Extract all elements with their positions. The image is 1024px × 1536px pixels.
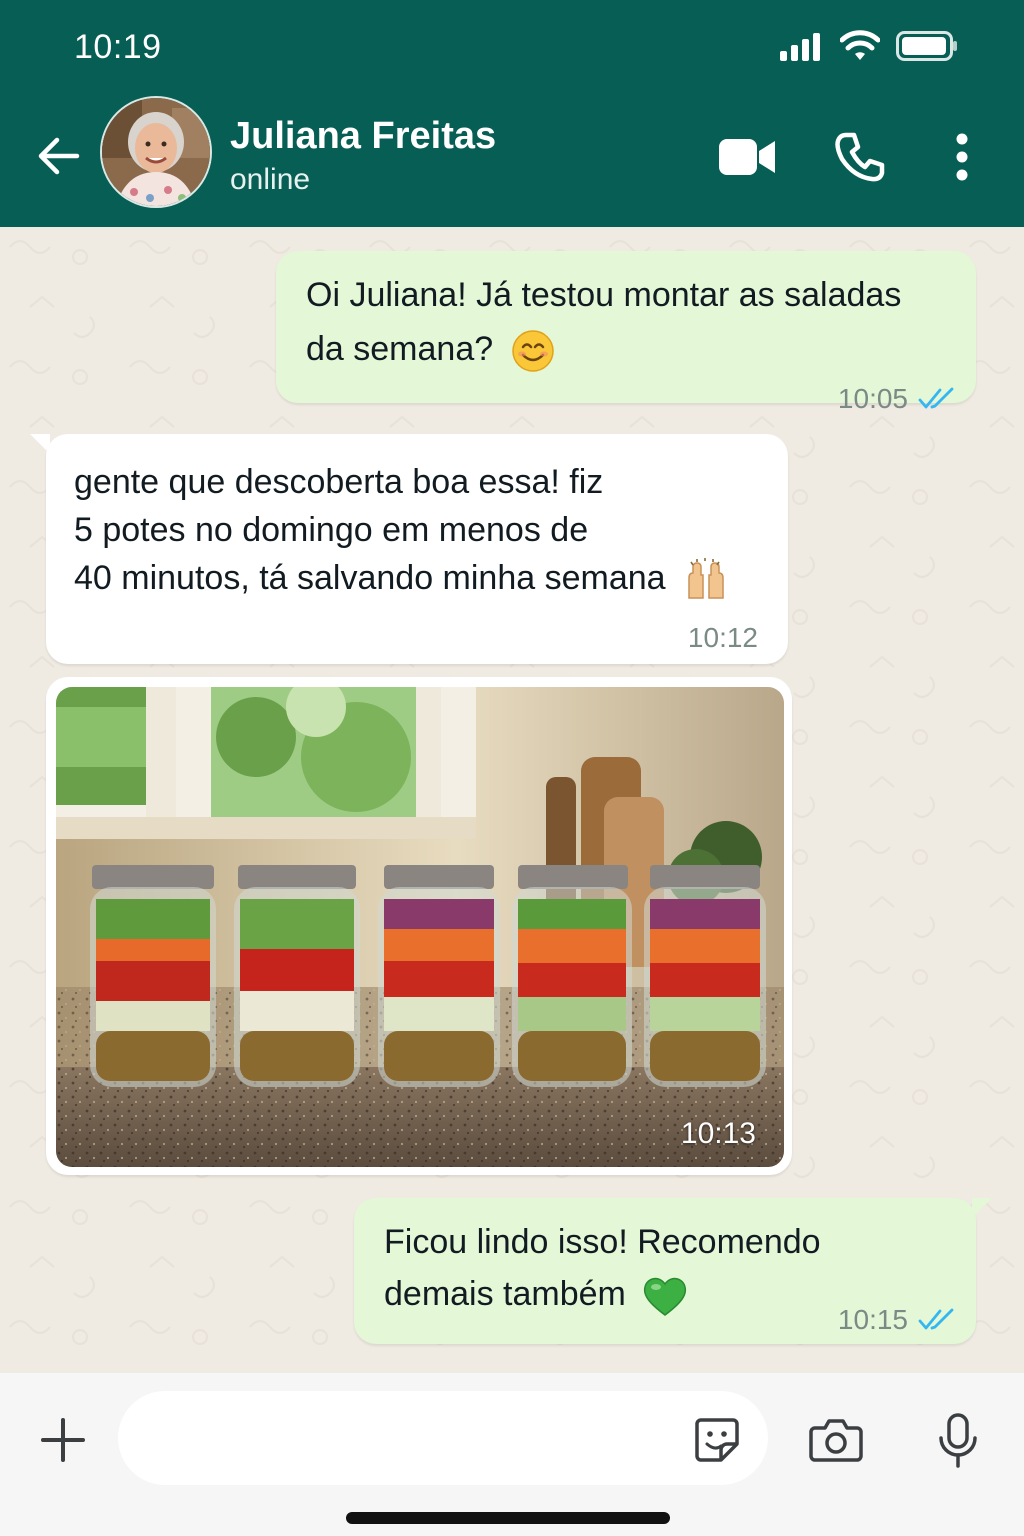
bubble-tail	[972, 1198, 992, 1218]
message-line: Ficou lindo isso! Recomendo	[384, 1223, 821, 1261]
back-arrow-icon	[38, 137, 80, 175]
video-camera-icon	[719, 139, 775, 175]
message-meta: 10:12	[688, 614, 758, 662]
double-check-read-icon	[918, 387, 954, 409]
chat-header: 10:19 Juliana Freitas online	[0, 0, 1024, 227]
voice-call-button[interactable]	[830, 126, 890, 188]
salad-jars-image	[56, 687, 784, 1167]
home-indicator[interactable]	[346, 1512, 670, 1524]
message-meta: 10:15	[838, 1296, 956, 1344]
message-time: 10:05	[837, 383, 908, 414]
message-line: da semana?	[306, 330, 494, 368]
message-time: 10:15	[837, 1304, 908, 1335]
plus-icon	[41, 1418, 85, 1462]
message-line: gente que descoberta boa essa! fiz	[74, 463, 604, 501]
jar-5	[644, 865, 766, 1087]
voice-message-button[interactable]	[932, 1409, 984, 1473]
outgoing-message-bubble[interactable]: Oi Juliana! Já testou montar as saladas …	[276, 251, 976, 414]
message-meta: 10:05	[838, 375, 956, 423]
message-line: 40 minutos, tá salvando minha semana	[74, 559, 666, 597]
incoming-image-message[interactable]: 10:13	[46, 677, 792, 1175]
back-button[interactable]	[34, 128, 84, 184]
jar-4	[512, 865, 632, 1087]
sticker-button[interactable]	[690, 1413, 744, 1467]
phone-icon	[835, 132, 885, 182]
contact-status: online	[230, 163, 311, 196]
message-line: 5 potes no domingo em menos de	[74, 511, 589, 549]
green-heart-emoji-icon	[644, 1277, 687, 1316]
contact-name[interactable]: Juliana Freitas	[230, 115, 496, 158]
avatar-photo	[102, 98, 210, 206]
incoming-message-bubble[interactable]: gente que descoberta boa essa! fiz 5 pot…	[46, 434, 788, 664]
more-vert-icon	[956, 133, 968, 181]
message-line: Oi Juliana! Já testou montar as saladas	[306, 276, 902, 314]
sticker-icon	[695, 1418, 739, 1462]
cellular-signal-icon	[780, 33, 820, 61]
message-text: Oi Juliana! Já testou montar as saladas …	[306, 271, 901, 373]
message-time: 10:12	[687, 622, 758, 653]
video-call-button[interactable]	[714, 126, 780, 188]
jar-3	[378, 865, 500, 1087]
wifi-icon	[840, 30, 880, 60]
jar-2	[234, 865, 360, 1087]
status-bar-time: 10:19	[74, 28, 162, 66]
message-text: Ficou lindo isso! Recomendo demais també…	[384, 1218, 821, 1318]
status-bar-icons	[778, 30, 958, 62]
battery-icon	[896, 31, 957, 61]
message-line-with-emoji: da semana?	[306, 325, 901, 373]
message-line: demais também	[384, 1275, 626, 1313]
contact-avatar[interactable]	[100, 96, 212, 208]
message-line-with-emoji: demais também	[384, 1270, 821, 1318]
message-text: gente que descoberta boa essa! fiz 5 pot…	[74, 458, 729, 602]
salad-jars-photo[interactable]: 10:13	[56, 687, 784, 1167]
chat-area[interactable]: Oi Juliana! Já testou montar as saladas …	[0, 227, 1024, 1373]
raising-hands-emoji-icon	[688, 558, 724, 599]
smiling-face-emoji-icon	[511, 330, 554, 372]
camera-button[interactable]	[806, 1411, 866, 1469]
outgoing-message-bubble[interactable]: Ficou lindo isso! Recomendo demais també…	[354, 1198, 976, 1344]
attach-button[interactable]	[34, 1411, 92, 1469]
more-options-button[interactable]	[940, 126, 984, 188]
camera-icon	[809, 1419, 863, 1462]
double-check-read-icon	[918, 1308, 954, 1330]
microphone-icon	[939, 1413, 977, 1468]
jar-1	[90, 865, 216, 1087]
message-input[interactable]	[118, 1391, 768, 1485]
message-time: 10:13	[680, 1117, 756, 1150]
message-line-with-emoji: 40 minutos, tá salvando minha semana	[74, 554, 729, 602]
